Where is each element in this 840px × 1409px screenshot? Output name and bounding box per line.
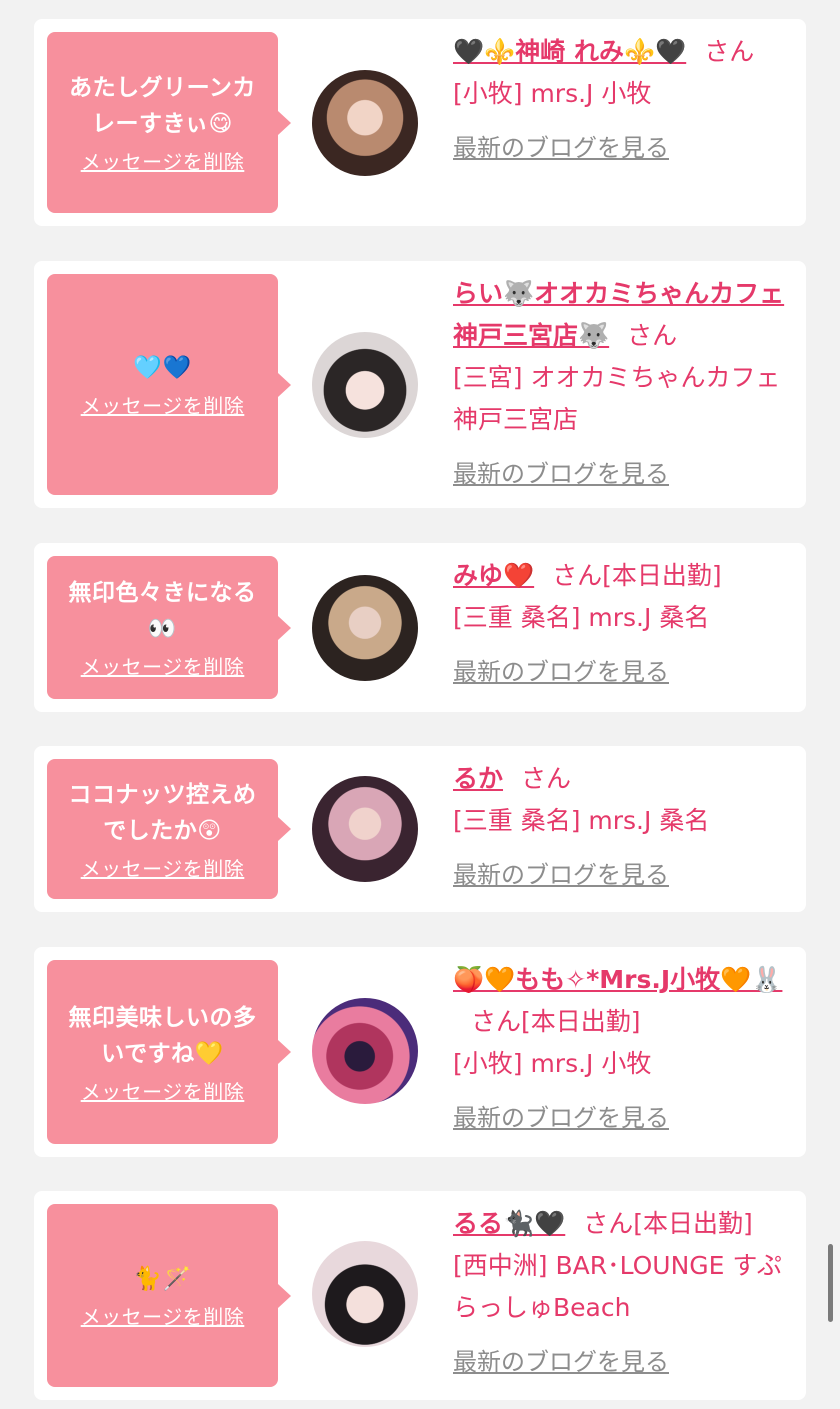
honorific: さん bbox=[471, 1007, 522, 1036]
latest-blog-link[interactable]: 最新のブログを見る bbox=[453, 1341, 793, 1383]
message-text: あたしグリーンカレーすきぃ😋 bbox=[69, 75, 256, 137]
latest-blog-link[interactable]: 最新のブログを見る bbox=[453, 854, 793, 896]
scrollbar[interactable] bbox=[828, 1244, 833, 1322]
message-card: 無印美味しいの多いですね💛 メッセージを削除 🍑🧡もも✧*Mrs.J小牧🧡🐰 さん… bbox=[34, 947, 806, 1157]
attendance-status: [本日出勤] bbox=[633, 1209, 753, 1238]
avatar[interactable] bbox=[312, 1241, 418, 1347]
message-card: 🩵💙 メッセージを削除 らい🐺オオカミちゃんカフェ神戸三宮店🐺 さん [三宮] オ… bbox=[34, 261, 806, 508]
avatar[interactable] bbox=[312, 332, 418, 438]
message-card: 🐈🪄 メッセージを削除 るる🐈‍⬛🖤 さん[本日出勤] [西中洲] BAR･LOU… bbox=[34, 1191, 806, 1400]
avatar[interactable] bbox=[312, 575, 418, 681]
attendance-status: [本日出勤] bbox=[521, 1007, 641, 1036]
message-card: 無印色々きになる👀 メッセージを削除 みゆ❤️ さん[本日出勤] [三重 桑名] … bbox=[34, 543, 806, 712]
delete-message-link[interactable]: メッセージを削除 bbox=[81, 1076, 245, 1105]
message-text: ココナッツ控えめでしたか😲 bbox=[68, 781, 257, 844]
message-card: あたしグリーンカレーすきぃ😋 メッセージを削除 🖤⚜️神崎 れみ⚜️🖤 さん [小… bbox=[34, 19, 806, 226]
honorific: さん bbox=[704, 37, 755, 66]
message-text: 無印美味しいの多いですね💛 bbox=[68, 1004, 257, 1067]
honorific: さん bbox=[583, 1209, 634, 1238]
girl-name-link[interactable]: らい🐺オオカミちゃんカフェ神戸三宮店🐺 bbox=[453, 279, 784, 350]
girl-info: みゆ❤️ さん[本日出勤] [三重 桑名] mrs.J 桑名 最新のブログを見る bbox=[453, 555, 793, 693]
message-bubble: 無印色々きになる👀 メッセージを削除 bbox=[47, 556, 291, 699]
shop-name: [西中洲] BAR･LOUNGE すぷらっしゅBeach bbox=[453, 1251, 782, 1322]
message-card: ココナッツ控えめでしたか😲 メッセージを削除 るか さん [三重 桑名] mrs.… bbox=[34, 746, 806, 912]
shop-name: [小牧] mrs.J 小牧 bbox=[453, 79, 652, 108]
message-text: 🩵💙 bbox=[133, 355, 192, 381]
delete-message-link[interactable]: メッセージを削除 bbox=[81, 146, 245, 175]
message-bubble: ココナッツ控えめでしたか😲 メッセージを削除 bbox=[47, 759, 291, 899]
honorific: さん bbox=[521, 764, 572, 793]
avatar[interactable] bbox=[312, 998, 418, 1104]
avatar[interactable] bbox=[312, 776, 418, 882]
honorific: さん bbox=[552, 561, 603, 590]
latest-blog-link[interactable]: 最新のブログを見る bbox=[453, 127, 793, 169]
shop-name: [三宮] オオカミちゃんカフェ神戸三宮店 bbox=[453, 363, 781, 434]
message-bubble: あたしグリーンカレーすきぃ😋 メッセージを削除 bbox=[47, 32, 291, 213]
delete-message-link[interactable]: メッセージを削除 bbox=[81, 1301, 245, 1330]
delete-message-link[interactable]: メッセージを削除 bbox=[81, 651, 245, 680]
message-text: 🐈🪄 bbox=[133, 1266, 192, 1292]
message-text: 無印色々きになる👀 bbox=[68, 580, 257, 642]
girl-name-link[interactable]: 🍑🧡もも✧*Mrs.J小牧🧡🐰 bbox=[453, 965, 782, 994]
attendance-status: [本日出勤] bbox=[602, 561, 722, 590]
girl-info: 🍑🧡もも✧*Mrs.J小牧🧡🐰 さん[本日出勤] [小牧] mrs.J 小牧 最新… bbox=[453, 959, 793, 1139]
message-bubble: 無印美味しいの多いですね💛 メッセージを削除 bbox=[47, 960, 291, 1144]
delete-message-link[interactable]: メッセージを削除 bbox=[81, 853, 245, 882]
honorific: さん bbox=[627, 321, 678, 350]
avatar[interactable] bbox=[312, 70, 418, 176]
girl-info: 🖤⚜️神崎 れみ⚜️🖤 さん [小牧] mrs.J 小牧 最新のブログを見る bbox=[453, 31, 793, 169]
shop-name: [三重 桑名] mrs.J 桑名 bbox=[453, 806, 710, 835]
girl-name-link[interactable]: るか bbox=[453, 764, 503, 793]
girl-info: らい🐺オオカミちゃんカフェ神戸三宮店🐺 さん [三宮] オオカミちゃんカフェ神戸三… bbox=[453, 273, 793, 495]
shop-name: [小牧] mrs.J 小牧 bbox=[453, 1049, 652, 1078]
girl-name-link[interactable]: 🖤⚜️神崎 れみ⚜️🖤 bbox=[453, 37, 686, 66]
latest-blog-link[interactable]: 最新のブログを見る bbox=[453, 453, 793, 495]
message-bubble: 🩵💙 メッセージを削除 bbox=[47, 274, 291, 495]
latest-blog-link[interactable]: 最新のブログを見る bbox=[453, 1097, 793, 1139]
girl-info: るか さん [三重 桑名] mrs.J 桑名 最新のブログを見る bbox=[453, 758, 793, 896]
shop-name: [三重 桑名] mrs.J 桑名 bbox=[453, 603, 710, 632]
message-bubble: 🐈🪄 メッセージを削除 bbox=[47, 1204, 291, 1387]
latest-blog-link[interactable]: 最新のブログを見る bbox=[453, 651, 793, 693]
girl-name-link[interactable]: みゆ❤️ bbox=[453, 561, 534, 590]
delete-message-link[interactable]: メッセージを削除 bbox=[81, 390, 245, 419]
girl-info: るる🐈‍⬛🖤 さん[本日出勤] [西中洲] BAR･LOUNGE すぷらっしゅBe… bbox=[453, 1203, 793, 1383]
girl-name-link[interactable]: るる🐈‍⬛🖤 bbox=[453, 1209, 565, 1238]
